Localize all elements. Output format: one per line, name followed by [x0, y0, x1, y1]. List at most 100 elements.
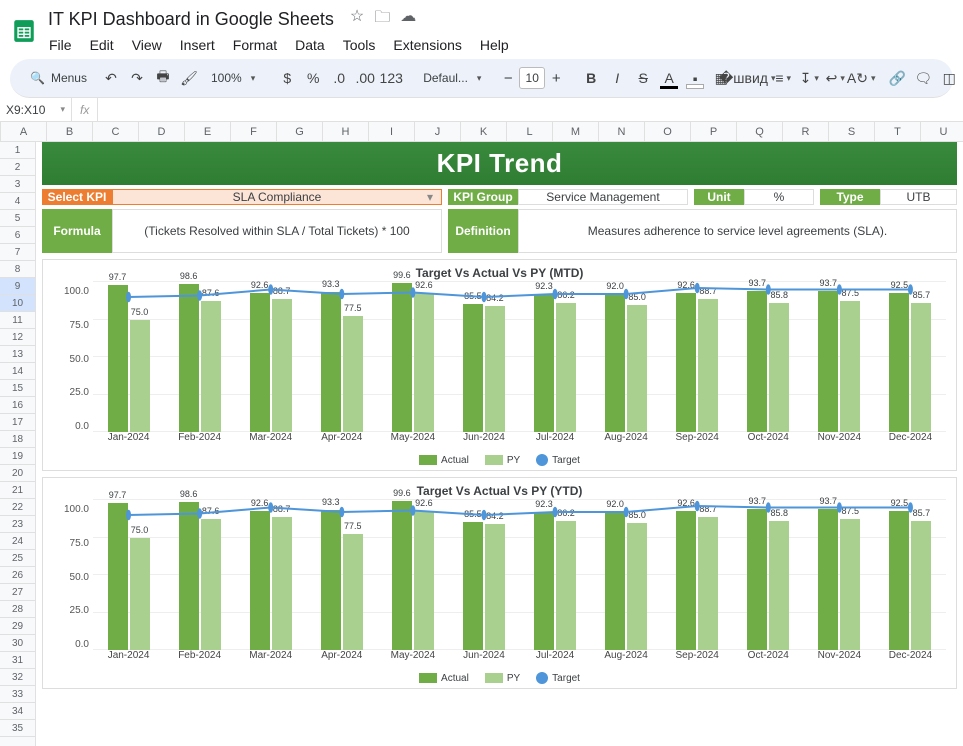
- row-header-22[interactable]: 22: [0, 499, 35, 516]
- row-header-20[interactable]: 20: [0, 465, 35, 482]
- text-color-button[interactable]: A: [657, 65, 681, 91]
- undo-button[interactable]: ↶: [99, 65, 123, 91]
- row-header-24[interactable]: 24: [0, 533, 35, 550]
- row-header-27[interactable]: 27: [0, 584, 35, 601]
- decrease-decimal-button[interactable]: .0: [327, 65, 351, 91]
- col-header-K[interactable]: K: [461, 122, 507, 141]
- row-header-2[interactable]: 2: [0, 159, 35, 176]
- menu-edit[interactable]: Edit: [83, 35, 121, 55]
- redo-button[interactable]: ↷: [125, 65, 149, 91]
- row-header-18[interactable]: 18: [0, 431, 35, 448]
- row-header-34[interactable]: 34: [0, 703, 35, 720]
- menus-search[interactable]: 🔍 Menus: [20, 65, 97, 91]
- col-header-D[interactable]: D: [139, 122, 185, 141]
- font-size-input[interactable]: 10: [519, 67, 545, 89]
- col-header-B[interactable]: B: [47, 122, 93, 141]
- wrap-button[interactable]: ↩: [823, 65, 847, 91]
- rotate-button[interactable]: A↻: [849, 65, 873, 91]
- link-button[interactable]: 🔗: [885, 65, 909, 91]
- row-header-3[interactable]: 3: [0, 176, 35, 193]
- row-header-35[interactable]: 35: [0, 720, 35, 737]
- menu-file[interactable]: File: [42, 35, 79, 55]
- row-header-10[interactable]: 10: [0, 295, 35, 312]
- merge-button[interactable]: �швид: [735, 65, 759, 91]
- row-header-9[interactable]: 9: [0, 278, 35, 295]
- v-align-button[interactable]: ↧: [797, 65, 821, 91]
- row-header-19[interactable]: 19: [0, 448, 35, 465]
- row-header-31[interactable]: 31: [0, 652, 35, 669]
- name-box[interactable]: X9:X10▾: [0, 98, 72, 121]
- row-header-33[interactable]: 33: [0, 686, 35, 703]
- paint-format-button[interactable]: 🖌: [177, 65, 201, 91]
- row-header-14[interactable]: 14: [0, 363, 35, 380]
- row-header-7[interactable]: 7: [0, 244, 35, 261]
- sheets-logo[interactable]: [10, 13, 38, 49]
- col-header-Q[interactable]: Q: [737, 122, 783, 141]
- bold-button[interactable]: B: [579, 65, 603, 91]
- font-size-minus[interactable]: −: [497, 67, 519, 89]
- col-header-P[interactable]: P: [691, 122, 737, 141]
- row-header-16[interactable]: 16: [0, 397, 35, 414]
- doc-title[interactable]: IT KPI Dashboard in Google Sheets: [42, 7, 340, 32]
- row-header-28[interactable]: 28: [0, 601, 35, 618]
- col-header-G[interactable]: G: [277, 122, 323, 141]
- increase-decimal-button[interactable]: .00: [353, 65, 377, 91]
- col-header-C[interactable]: C: [93, 122, 139, 141]
- strike-button[interactable]: S: [631, 65, 655, 91]
- col-header-N[interactable]: N: [599, 122, 645, 141]
- col-header-O[interactable]: O: [645, 122, 691, 141]
- col-header-M[interactable]: M: [553, 122, 599, 141]
- menu-extensions[interactable]: Extensions: [386, 35, 468, 55]
- move-icon[interactable]: 🗀: [374, 6, 390, 33]
- insert-chart-button[interactable]: ◫: [937, 65, 961, 91]
- col-header-E[interactable]: E: [185, 122, 231, 141]
- fill-color-button[interactable]: 🞍: [683, 65, 707, 91]
- zoom-select[interactable]: 100%: [203, 65, 263, 91]
- currency-button[interactable]: $: [275, 65, 299, 91]
- row-header-15[interactable]: 15: [0, 380, 35, 397]
- col-header-H[interactable]: H: [323, 122, 369, 141]
- font-size-plus[interactable]: +: [545, 67, 567, 89]
- row-header-4[interactable]: 4: [0, 193, 35, 210]
- col-header-T[interactable]: T: [875, 122, 921, 141]
- col-header-I[interactable]: I: [369, 122, 415, 141]
- menu-data[interactable]: Data: [288, 35, 332, 55]
- row-header-12[interactable]: 12: [0, 329, 35, 346]
- col-header-S[interactable]: S: [829, 122, 875, 141]
- star-icon[interactable]: ☆: [350, 6, 364, 33]
- menu-view[interactable]: View: [125, 35, 169, 55]
- sheet-canvas[interactable]: KPI Trend Select KPI SLA Compliance KPI …: [36, 142, 963, 746]
- row-header-29[interactable]: 29: [0, 618, 35, 635]
- col-header-U[interactable]: U: [921, 122, 963, 141]
- col-header-A[interactable]: A: [1, 122, 47, 141]
- col-header-L[interactable]: L: [507, 122, 553, 141]
- row-header-30[interactable]: 30: [0, 635, 35, 652]
- menu-format[interactable]: Format: [226, 35, 284, 55]
- menu-tools[interactable]: Tools: [336, 35, 383, 55]
- print-button[interactable]: 🖶: [151, 65, 175, 91]
- percent-button[interactable]: %: [301, 65, 325, 91]
- italic-button[interactable]: I: [605, 65, 629, 91]
- row-header-11[interactable]: 11: [0, 312, 35, 329]
- row-header-8[interactable]: 8: [0, 261, 35, 278]
- row-header-23[interactable]: 23: [0, 516, 35, 533]
- row-header-13[interactable]: 13: [0, 346, 35, 363]
- row-header-26[interactable]: 26: [0, 567, 35, 584]
- row-header-17[interactable]: 17: [0, 414, 35, 431]
- font-select[interactable]: Defaul...: [415, 65, 485, 91]
- h-align-button[interactable]: ≡: [771, 65, 795, 91]
- row-header-5[interactable]: 5: [0, 210, 35, 227]
- menu-help[interactable]: Help: [473, 35, 516, 55]
- select-kpi-dropdown[interactable]: SLA Compliance: [112, 189, 442, 205]
- col-header-F[interactable]: F: [231, 122, 277, 141]
- more-formats-button[interactable]: 123: [379, 65, 403, 91]
- row-header-32[interactable]: 32: [0, 669, 35, 686]
- row-header-1[interactable]: 1: [0, 142, 35, 159]
- row-header-25[interactable]: 25: [0, 550, 35, 567]
- cloud-status-icon[interactable]: ☁: [400, 6, 416, 33]
- menu-insert[interactable]: Insert: [173, 35, 222, 55]
- col-header-R[interactable]: R: [783, 122, 829, 141]
- comment-button[interactable]: 🗨: [911, 65, 935, 91]
- col-header-J[interactable]: J: [415, 122, 461, 141]
- row-header-21[interactable]: 21: [0, 482, 35, 499]
